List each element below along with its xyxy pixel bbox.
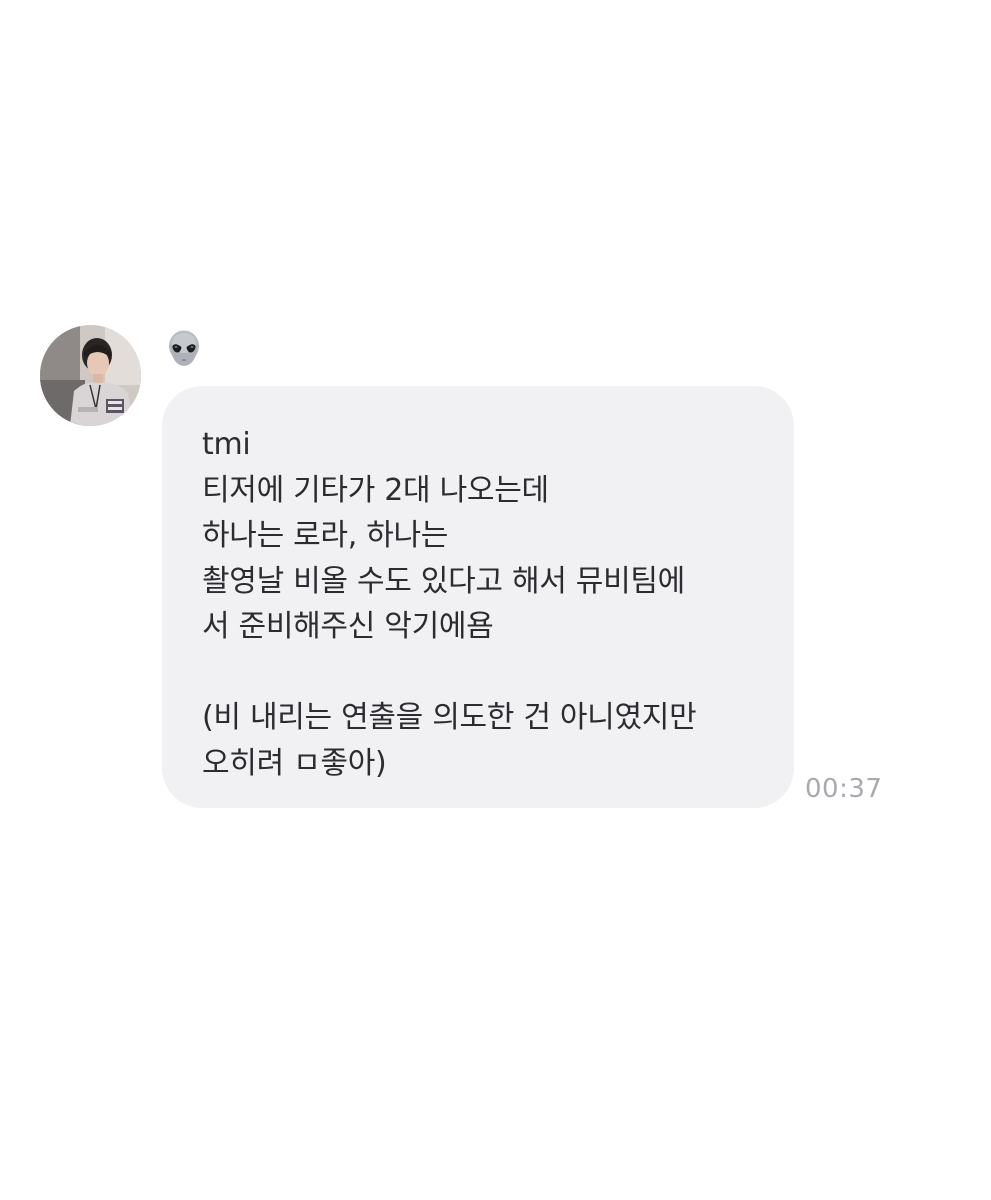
message-bubble[interactable]: tmi 티저에 기타가 2대 나오는데 하나는 로라, 하나는 촬영날 비올 수… bbox=[162, 386, 794, 808]
message-line: 하나는 로라, 하나는 bbox=[202, 518, 449, 553]
alien-emoji-icon bbox=[169, 330, 199, 366]
message-line: (비 내리는 연출을 의도한 건 아니였지만 bbox=[202, 700, 697, 735]
message-line: 서 준비해주신 악기에욤 bbox=[202, 609, 494, 644]
message-line: tmi bbox=[202, 427, 251, 462]
sender-name[interactable] bbox=[164, 328, 204, 368]
message-line: 촬영날 비올 수도 있다고 해서 뮤비팀에 bbox=[202, 563, 685, 599]
message-line: 오히려 ㅁ좋아) bbox=[202, 745, 387, 781]
message-line: 티저에 기타가 2대 나오는데 bbox=[202, 472, 549, 508]
chat-message-row: tmi 티저에 기타가 2대 나오는데 하나는 로라, 하나는 촬영날 비올 수… bbox=[0, 0, 991, 1200]
message-timestamp: 00:37 bbox=[805, 774, 883, 804]
avatar[interactable] bbox=[40, 325, 141, 426]
profile-photo-icon bbox=[40, 325, 141, 426]
